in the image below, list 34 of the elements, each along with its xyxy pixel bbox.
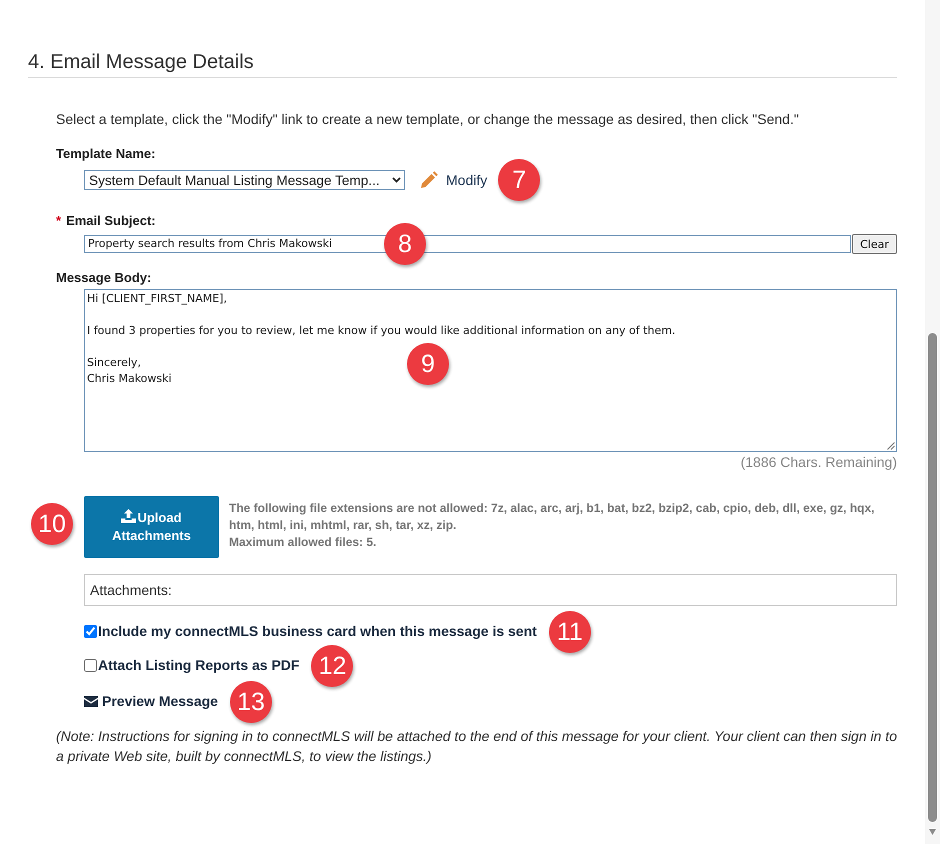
clear-button[interactable]: Clear: [852, 234, 897, 254]
resize-grip-icon[interactable]: [887, 442, 895, 450]
field-label: Email Subject:: [66, 213, 156, 229]
callout-number: 11: [548, 610, 591, 652]
chevron-down-icon[interactable]: [392, 177, 401, 183]
callout-number: 12: [311, 644, 354, 686]
callout-number: 8: [384, 223, 426, 265]
envelope-icon[interactable]: [84, 696, 98, 707]
note-text: (Note: Instructions for signing in to connectMLS will be attached to the end of this message for your client. Your client can then sign in to a private Web site, built by connectMLS, to view the listings.): [56, 727, 897, 766]
callout-number: 7: [498, 159, 540, 201]
required-mark: *: [56, 213, 62, 229]
template-select[interactable]: System Default Manual Listing Message Temp...: [84, 170, 405, 190]
checkbox-label[interactable]: Attach Listing Reports as PDF: [98, 657, 300, 674]
callout-number: 9: [407, 343, 449, 385]
file-restrictions-text: The following file extensions are not allowed: 7z, alac, arc, arj, b1, bat, bz2, bzip2, cab, cpio, deb, dll, exe, gz, hqx, htm, html, ini, mhtml, rar, sh, tar, xz, zip.: [229, 500, 876, 534]
callout-number: 13: [230, 680, 272, 722]
scrollbar-thumb[interactable]: [928, 333, 937, 822]
pencil-icon[interactable]: [420, 171, 438, 189]
preview-message-link[interactable]: Preview Message: [102, 693, 218, 710]
callout-number: 10: [31, 503, 73, 545]
checkbox-label[interactable]: Include my connectMLS business card when this message is sent: [98, 623, 537, 640]
upload-icon[interactable]: [121, 509, 136, 523]
scroll-down-arrow-icon[interactable]: [929, 829, 936, 835]
field-label: Template Name:: [56, 146, 156, 162]
modify-link[interactable]: Modify: [446, 172, 488, 188]
max-files-text: Maximum allowed files: 5.: [229, 534, 378, 551]
chars-remaining-text: (1886 Chars. Remaining): [740, 454, 897, 471]
checkbox[interactable]: [84, 625, 97, 638]
section-heading: 4. Email Message Details: [28, 50, 897, 78]
attachments-label: Attachments:: [90, 582, 172, 598]
instructions-text: Select a template, click the "Modify" link to create a new template, or change the message as desired, then click "Send.": [56, 111, 800, 128]
checkbox[interactable]: [84, 659, 97, 672]
upload-attachments-button[interactable]: Upload Attachments: [84, 496, 219, 558]
field-label: Message Body:: [56, 270, 152, 286]
